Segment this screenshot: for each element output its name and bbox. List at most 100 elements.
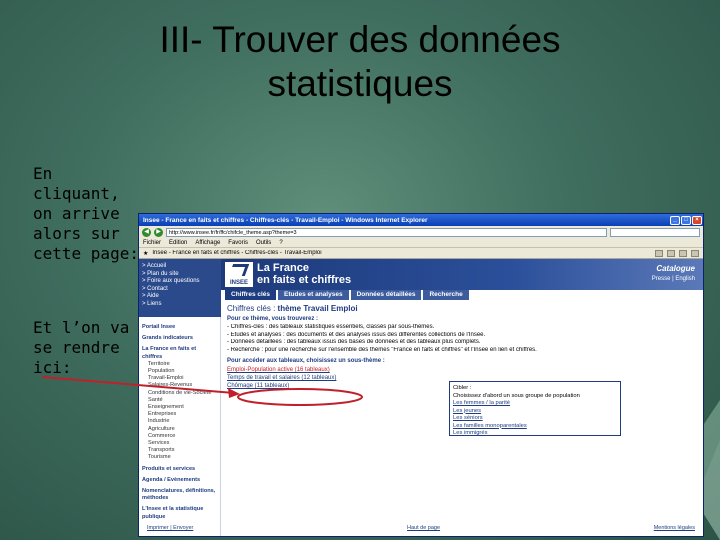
theme-link-unemployment[interactable]: Chômage (11 tableaux)	[227, 382, 407, 390]
menu-help[interactable]: ?	[279, 240, 282, 246]
browser-tab[interactable]: Insee - France en faits et chiffres - Ch…	[152, 250, 651, 256]
logo-mark-icon	[228, 264, 250, 276]
url-input[interactable]: http://www.insee.fr/fr/ffc/chifcle_theme…	[166, 227, 607, 237]
logo-text: INSEE	[229, 280, 248, 286]
nav-home[interactable]: > Accueil	[142, 263, 218, 271]
sidebar-item[interactable]: Industrie	[142, 418, 217, 425]
choice-link[interactable]: Les femmes / la parité	[453, 400, 617, 408]
maximize-icon[interactable]: □	[681, 215, 691, 225]
sidebar-item[interactable]: Commerce	[142, 433, 217, 440]
banner-title-line-1: La France	[257, 262, 309, 274]
menu-bar: Fichier Edition Affichage Favoris Outils…	[139, 238, 703, 248]
sidebar-products[interactable]: Produits et services	[142, 466, 217, 473]
menu-edit[interactable]: Edition	[169, 240, 187, 246]
slide-title-line-1: III- Trouver des données	[159, 19, 561, 60]
insee-logo[interactable]: INSEE	[225, 262, 253, 287]
forward-icon[interactable]: ▶	[154, 227, 163, 237]
sidebar-item[interactable]: Santé	[142, 397, 217, 404]
browser-window: Insee - France en faits et chiffres - Ch…	[138, 213, 704, 537]
page-heading-label: Chiffres clés :	[227, 304, 276, 313]
sidebar-item[interactable]: Population	[142, 368, 217, 375]
page-menu-icon[interactable]	[691, 249, 699, 257]
main-content: Chiffres clés : thème Travail Emploi Pou…	[227, 304, 697, 524]
theme-link-worktime[interactable]: Temps de travail et salaires (12 tableau…	[227, 374, 407, 382]
sidebar-item[interactable]: Travail-Emploi	[142, 375, 217, 382]
menu-file[interactable]: Fichier	[143, 240, 161, 246]
feeds-icon[interactable]	[667, 249, 675, 257]
home-icon[interactable]	[655, 249, 663, 257]
back-icon[interactable]: ◀	[142, 227, 151, 237]
site-banner: INSEE La France en faits et chiffres Cat…	[221, 259, 703, 290]
footer-legal[interactable]: Mentions légales	[654, 525, 695, 534]
tab-key-figures[interactable]: Chiffres clés	[225, 290, 277, 300]
choice-link[interactable]: Les jeunes	[453, 408, 617, 416]
choice-intro: Cibler :	[453, 385, 472, 391]
top-navigation: > Accueil > Plan du site > Foire aux que…	[139, 259, 221, 317]
sidebar-indicators[interactable]: Grands indicateurs	[142, 335, 217, 342]
catalogue-block: Catalogue Presse | English	[652, 264, 695, 284]
sidebar-item[interactable]: Tourisme	[142, 454, 217, 461]
sidebar-item[interactable]: Territoire	[142, 361, 217, 368]
catalogue-title[interactable]: Catalogue	[656, 264, 695, 273]
sidebar-france-facts[interactable]: La France en faits et chiffres	[142, 346, 217, 360]
choice-link[interactable]: Les séniors	[453, 415, 617, 423]
tab-detailed-data[interactable]: Données détaillées	[350, 290, 422, 300]
menu-tools[interactable]: Outils	[256, 240, 271, 246]
themes-intro: Pour accéder aux tableaux, choisissez un…	[227, 358, 385, 364]
toolbar-buttons	[655, 249, 699, 257]
page-footer: Imprimer | Envoyer Haut de page Mentions…	[139, 525, 703, 534]
menu-favorites[interactable]: Favoris	[228, 240, 248, 246]
minimize-icon[interactable]: _	[670, 215, 680, 225]
window-titlebar: Insee - France en faits et chiffres - Ch…	[139, 214, 703, 226]
theme-link-employment[interactable]: Emploi-Population active (16 tableaux)	[227, 366, 407, 374]
choice-text: Choisissez d'abord un sous groupe de pop…	[453, 392, 580, 399]
page-heading: Chiffres clés : thème Travail Emploi	[227, 304, 697, 313]
sidebar-item[interactable]: Transports	[142, 447, 217, 454]
page-heading-value: thème Travail Emploi	[277, 304, 358, 313]
theme-links: Emploi-Population active (16 tableaux) T…	[227, 366, 407, 390]
tab-studies[interactable]: Etudes et analyses	[278, 290, 349, 300]
banner-title: La France en faits et chiffres	[257, 262, 351, 286]
sidebar-portal[interactable]: Portail Insee	[142, 324, 217, 331]
web-page: > Accueil > Plan du site > Foire aux que…	[139, 259, 703, 536]
nav-faq[interactable]: > Foire aux questions	[142, 278, 218, 286]
description-line: - Etudes et analyses : des documents et …	[227, 331, 486, 338]
nav-contact[interactable]: > Contact	[142, 286, 218, 294]
sidebar-item[interactable]: Salaires-Revenus	[142, 382, 217, 389]
description-line: - Données détaillées : des tableaux issu…	[227, 339, 481, 345]
close-icon[interactable]: ×	[692, 215, 702, 225]
footer-print-send[interactable]: Imprimer | Envoyer	[147, 525, 193, 534]
choice-link[interactable]: Les familles monoparentales	[453, 423, 617, 431]
intro-text: Pour ce thème, vous trouverez :	[227, 316, 319, 322]
caption-click: En cliquant, on arrive alors sur cette p…	[33, 164, 139, 263]
address-bar: ◀ ▶ http://www.insee.fr/fr/ffc/chifcle_t…	[139, 226, 703, 238]
site-sidebar: Portail Insee Grands indicateurs La Fran…	[139, 317, 221, 536]
sidebar-nomenclatures[interactable]: Nomenclatures, définitions, méthodes	[142, 488, 217, 502]
site-tabs: Chiffres clés Etudes et analyses Données…	[221, 290, 703, 300]
menu-view[interactable]: Affichage	[195, 240, 220, 246]
sidebar-item[interactable]: Entreprises	[142, 411, 217, 418]
sidebar-item[interactable]: Conditions de vie-Société	[142, 390, 217, 397]
catalogue-links[interactable]: Presse | English	[652, 276, 695, 282]
nav-help[interactable]: > Aide	[142, 293, 218, 301]
tab-search[interactable]: Recherche	[423, 290, 469, 300]
slide-title: III- Trouver des données statistiques	[110, 18, 610, 106]
sidebar-item[interactable]: Services	[142, 440, 217, 447]
slide-title-line-2: statistiques	[267, 63, 453, 104]
banner-title-line-2: en faits et chiffres	[257, 274, 352, 286]
window-title: Insee - France en faits et chiffres - Ch…	[143, 216, 428, 224]
sidebar-insee-public-stats[interactable]: L'Insee et la statistique publique	[142, 506, 217, 520]
search-input[interactable]	[610, 227, 700, 237]
favorites-star-icon[interactable]: ★	[143, 250, 148, 257]
nav-links[interactable]: > Liens	[142, 301, 218, 309]
print-icon[interactable]	[679, 249, 687, 257]
sidebar-agenda[interactable]: Agenda / Evènements	[142, 477, 217, 484]
tab-bar: ★ Insee - France en faits et chiffres - …	[139, 248, 703, 259]
sidebar-item[interactable]: Agriculture	[142, 426, 217, 433]
choice-link[interactable]: Les immigrés	[453, 430, 617, 438]
sidebar-item[interactable]: Enseignement	[142, 404, 217, 411]
footer-top-of-page[interactable]: Haut de page	[407, 525, 440, 534]
nav-sitemap[interactable]: > Plan du site	[142, 271, 218, 279]
description-line: - Chiffres-clés : des tableaux statistiq…	[227, 324, 435, 330]
caption-go-here: Et l’on va se rendre ici:	[33, 318, 130, 377]
